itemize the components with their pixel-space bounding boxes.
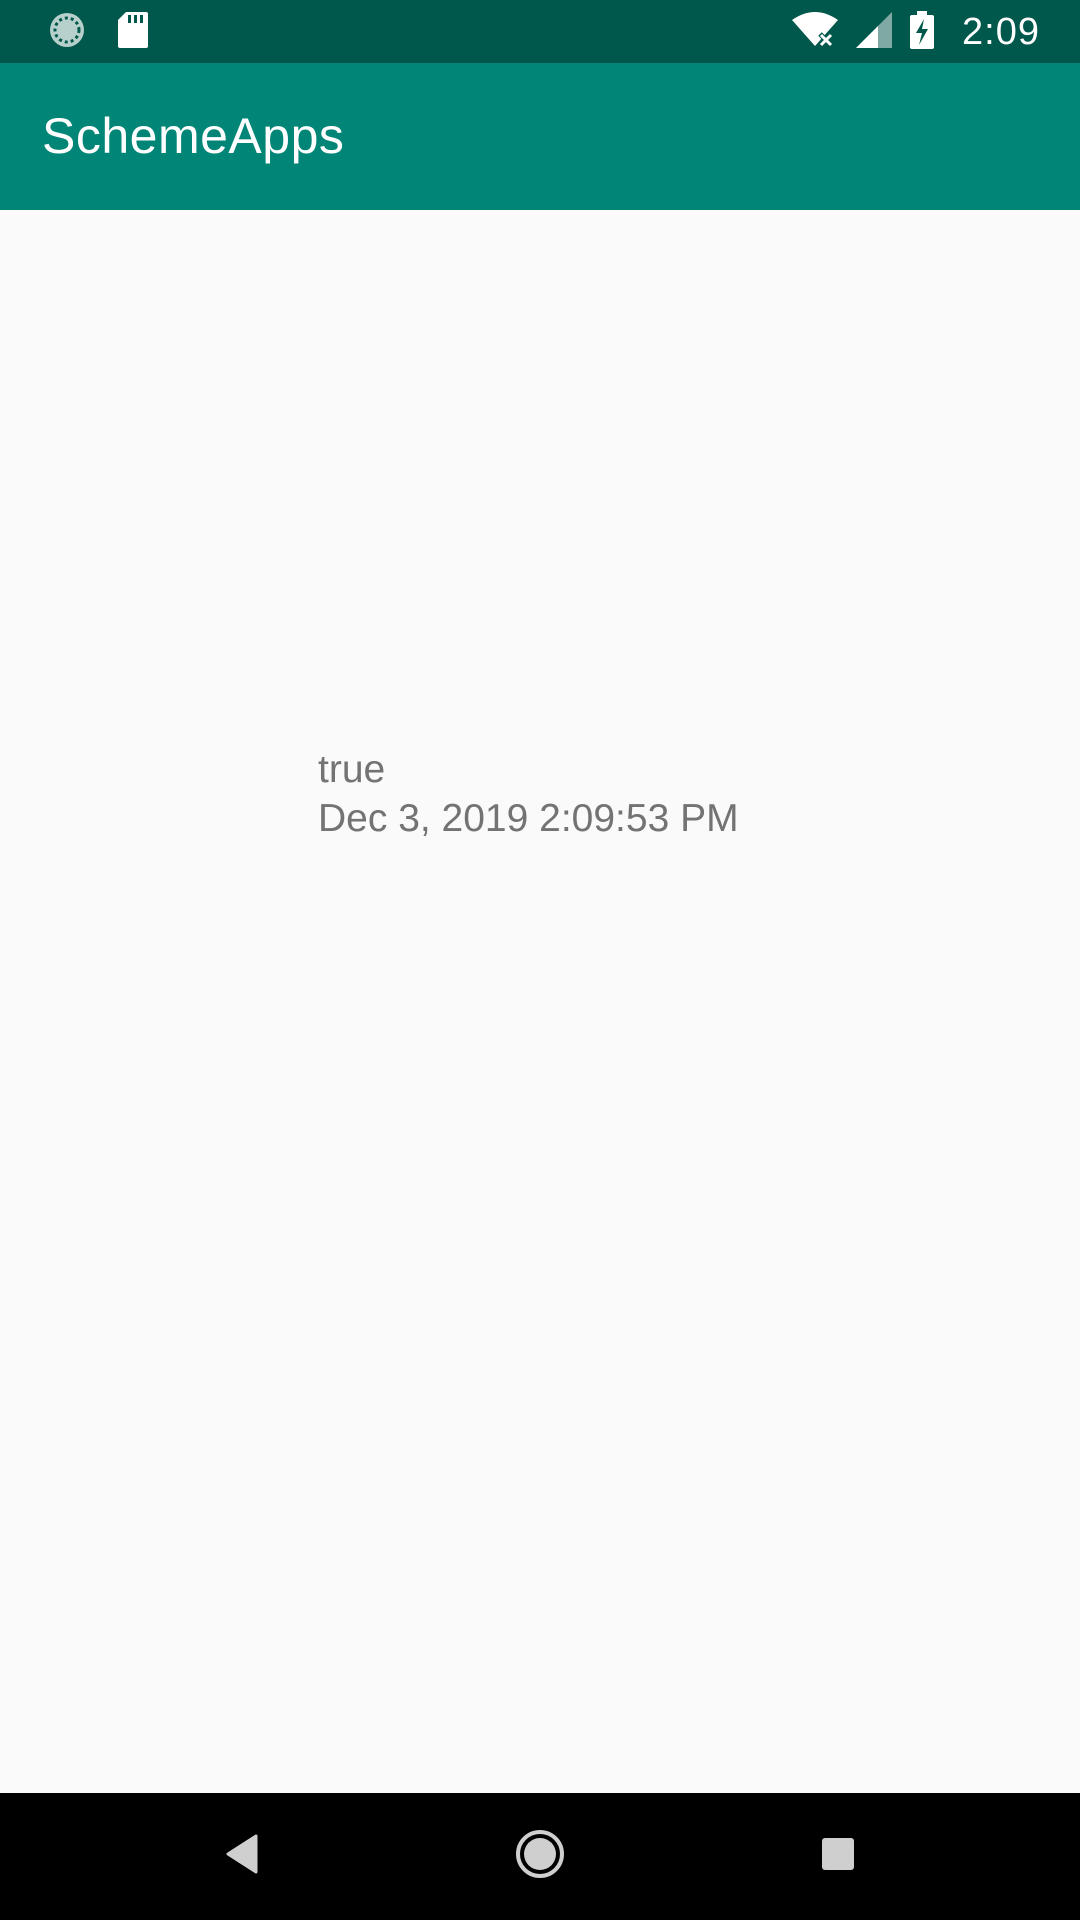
result-value: true <box>318 748 386 791</box>
wifi-off-icon <box>792 11 839 53</box>
status-left-icons <box>48 11 148 54</box>
back-icon <box>224 1834 260 1879</box>
home-button[interactable] <box>460 1793 620 1920</box>
recents-icon <box>821 1837 855 1876</box>
battery-charging-icon <box>910 10 935 54</box>
recents-button[interactable] <box>758 1793 918 1920</box>
sd-card-icon <box>118 11 148 53</box>
navigation-bar <box>0 1793 1080 1920</box>
status-right-icons: 2:09 <box>792 8 1040 56</box>
back-button[interactable] <box>162 1793 322 1920</box>
app-title: SchemeApps <box>42 108 345 164</box>
main-content <box>0 210 1080 1793</box>
sync-icon <box>48 11 86 54</box>
result-text: true Dec 3, 2019 2:09:53 PM <box>318 745 739 843</box>
status-bar: 2:09 <box>0 0 1080 63</box>
cell-signal-icon <box>856 11 893 53</box>
home-icon <box>514 1828 566 1885</box>
app-bar: SchemeApps <box>0 63 1080 210</box>
status-time: 2:09 <box>962 10 1040 53</box>
timestamp-text: Dec 3, 2019 2:09:53 PM <box>318 797 739 840</box>
